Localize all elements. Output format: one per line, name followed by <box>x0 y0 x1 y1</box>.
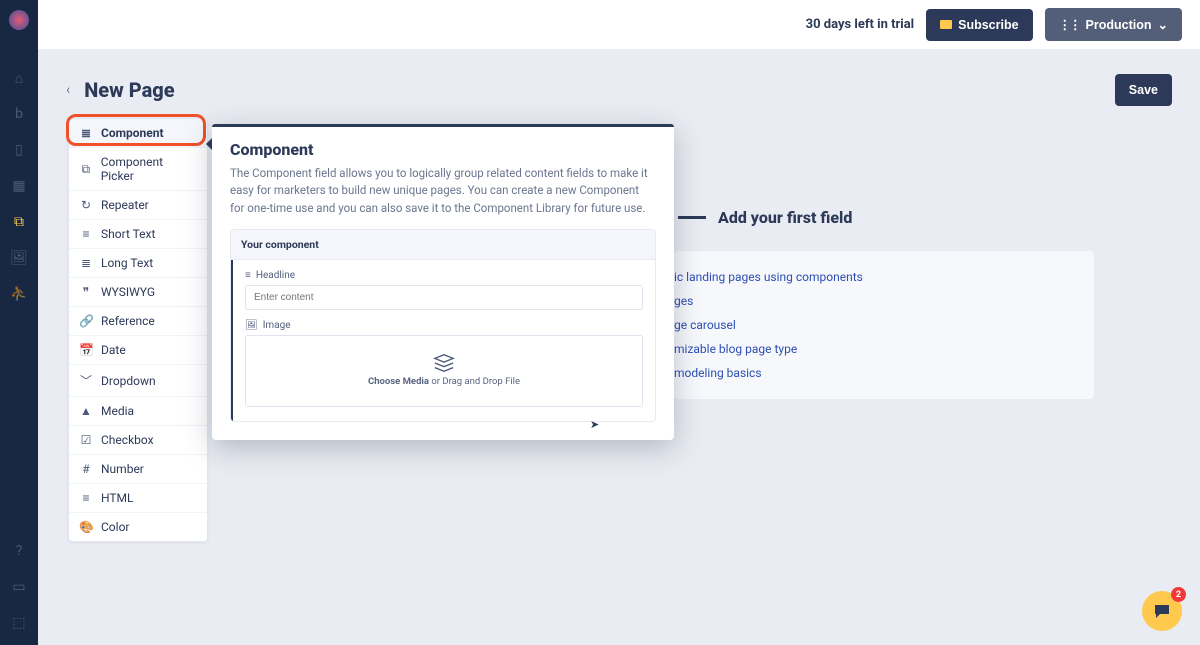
field-type-color[interactable]: 🎨 Color <box>69 513 207 541</box>
field-type-label: Number <box>101 462 144 476</box>
help-links: ic landing pages using componentsgesge c… <box>674 251 1094 399</box>
field-type-icon: ﹀ <box>79 372 93 389</box>
chat-launcher[interactable]: 2 <box>1142 591 1182 631</box>
subscribe-label: Subscribe <box>958 18 1018 32</box>
app-logo-icon[interactable] <box>9 10 29 30</box>
back-button[interactable]: ‹ <box>66 82 70 98</box>
field-type-icon: 📅 <box>79 343 93 357</box>
preview-headline-label: ≡ Headline <box>245 270 643 281</box>
tooltip-preview: Your component ≡ Headline 🖼 Image <box>230 229 656 422</box>
help-link[interactable]: modeling basics <box>674 361 1094 385</box>
page-title: New Page <box>84 78 174 102</box>
field-type-short-text[interactable]: ≡ Short Text <box>69 220 207 249</box>
field-type-label: Date <box>101 343 126 357</box>
image-icon: 🖼 <box>245 320 258 331</box>
field-type-html[interactable]: ≡ HTML <box>69 484 207 513</box>
field-type-icon: # <box>79 462 93 476</box>
field-type-reference[interactable]: 🔗 Reference <box>69 307 207 336</box>
field-type-icon: 🔗 <box>79 314 93 328</box>
trial-remaining: 30 days left in trial <box>806 17 914 32</box>
help-link[interactable]: ic landing pages using components <box>674 265 1094 289</box>
save-button[interactable]: Save <box>1115 74 1172 106</box>
field-type-label: HTML <box>101 491 134 505</box>
preview-title: Your component <box>231 230 655 260</box>
field-type-long-text[interactable]: ≣ Long Text <box>69 249 207 278</box>
field-type-repeater[interactable]: ↻ Repeater <box>69 191 207 220</box>
field-type-label: Dropdown <box>101 374 156 388</box>
page-header: ‹ New Page Save <box>38 50 1200 118</box>
environment-button[interactable]: ⋮⋮ Production ⌄ <box>1045 8 1182 41</box>
field-type-label: Reference <box>101 314 155 328</box>
field-type-label: Repeater <box>101 198 149 212</box>
settings-icon[interactable]: ⬚ <box>11 615 27 631</box>
field-type-label: Component <box>101 126 164 140</box>
field-type-checkbox[interactable]: ☑ Checkbox <box>69 426 207 455</box>
grid-icon[interactable]: ▦ <box>11 178 27 194</box>
field-type-component-picker[interactable]: ⧉ Component Picker <box>69 148 207 191</box>
field-type-number[interactable]: # Number <box>69 455 207 484</box>
field-type-icon: 🎨 <box>79 520 93 534</box>
preview-media-drop[interactable]: Choose Media or Drag and Drop File <box>245 335 643 407</box>
page-icon[interactable]: ▯ <box>11 142 27 158</box>
preview-image-label: 🖼 Image <box>245 320 643 331</box>
subscribe-button[interactable]: Subscribe <box>926 9 1032 41</box>
field-type-icon: ≣ <box>79 256 93 270</box>
help-link[interactable]: ges <box>674 289 1094 313</box>
field-type-icon: ☑ <box>79 433 93 447</box>
topbar: 30 days left in trial Subscribe ⋮⋮ Produ… <box>38 0 1200 50</box>
field-type-icon: ↻ <box>79 198 93 212</box>
field-type-label: Short Text <box>101 227 155 241</box>
chat-icon <box>1153 603 1171 619</box>
chat-badge: 2 <box>1171 587 1186 602</box>
help-icon[interactable]: ? <box>11 543 27 559</box>
chevron-down-icon: ⌄ <box>1158 17 1168 32</box>
field-type-panel: ≣ Component ⧉ Component Picker ↻ Repeater ≡ Sho… <box>68 118 208 542</box>
field-type-icon: ≡ <box>79 227 93 241</box>
field-type-icon: ⧉ <box>79 162 93 177</box>
add-field-heading: Add your first field <box>718 208 852 227</box>
field-type-label: Color <box>101 520 129 534</box>
help-link[interactable]: mizable blog page type <box>674 337 1094 361</box>
field-type-wysiwyg[interactable]: ❞ WYSIWYG <box>69 278 207 307</box>
field-type-component[interactable]: ≣ Component <box>69 119 207 148</box>
field-type-label: Checkbox <box>101 433 154 447</box>
text-icon: ≡ <box>245 270 251 281</box>
home-icon[interactable]: ⌂ <box>11 70 27 86</box>
blog-icon[interactable]: b <box>11 106 27 122</box>
field-type-icon: ≣ <box>79 126 93 140</box>
grip-icon: ⋮⋮ <box>1059 17 1080 32</box>
field-type-label: Long Text <box>101 256 153 270</box>
field-type-dropdown[interactable]: ﹀ Dropdown <box>69 365 207 397</box>
field-type-media[interactable]: ▲ Media <box>69 397 207 426</box>
field-type-icon: ≡ <box>79 491 93 505</box>
field-type-date[interactable]: 📅 Date <box>69 336 207 365</box>
cursor-icon: ➤ <box>590 418 599 431</box>
heading-dash-icon <box>678 216 706 219</box>
field-type-label: Media <box>101 404 134 418</box>
help-link[interactable]: ge carousel <box>674 313 1094 337</box>
component-tooltip: Component The Component field allows you… <box>212 124 674 440</box>
media-icon[interactable]: 🖼 <box>11 250 27 266</box>
credit-card-icon <box>940 20 952 29</box>
field-type-label: WYSIWYG <box>101 285 155 299</box>
tooltip-description: The Component field allows you to logica… <box>230 165 656 217</box>
users-icon[interactable]: ⛹ <box>11 286 27 302</box>
field-type-label: Component Picker <box>101 155 197 183</box>
save-label: Save <box>1129 83 1158 97</box>
docs-icon[interactable]: ▭ <box>11 579 27 595</box>
components-icon[interactable]: ⧉ <box>11 214 27 230</box>
environment-label: Production <box>1086 18 1152 32</box>
field-type-icon: ▲ <box>79 404 93 418</box>
preview-headline-input[interactable] <box>245 285 643 310</box>
tooltip-title: Component <box>230 140 656 159</box>
field-type-icon: ❞ <box>79 285 93 299</box>
left-nav: ⌂ b ▯ ▦ ⧉ 🖼 ⛹ ? ▭ ⬚ <box>0 0 38 645</box>
